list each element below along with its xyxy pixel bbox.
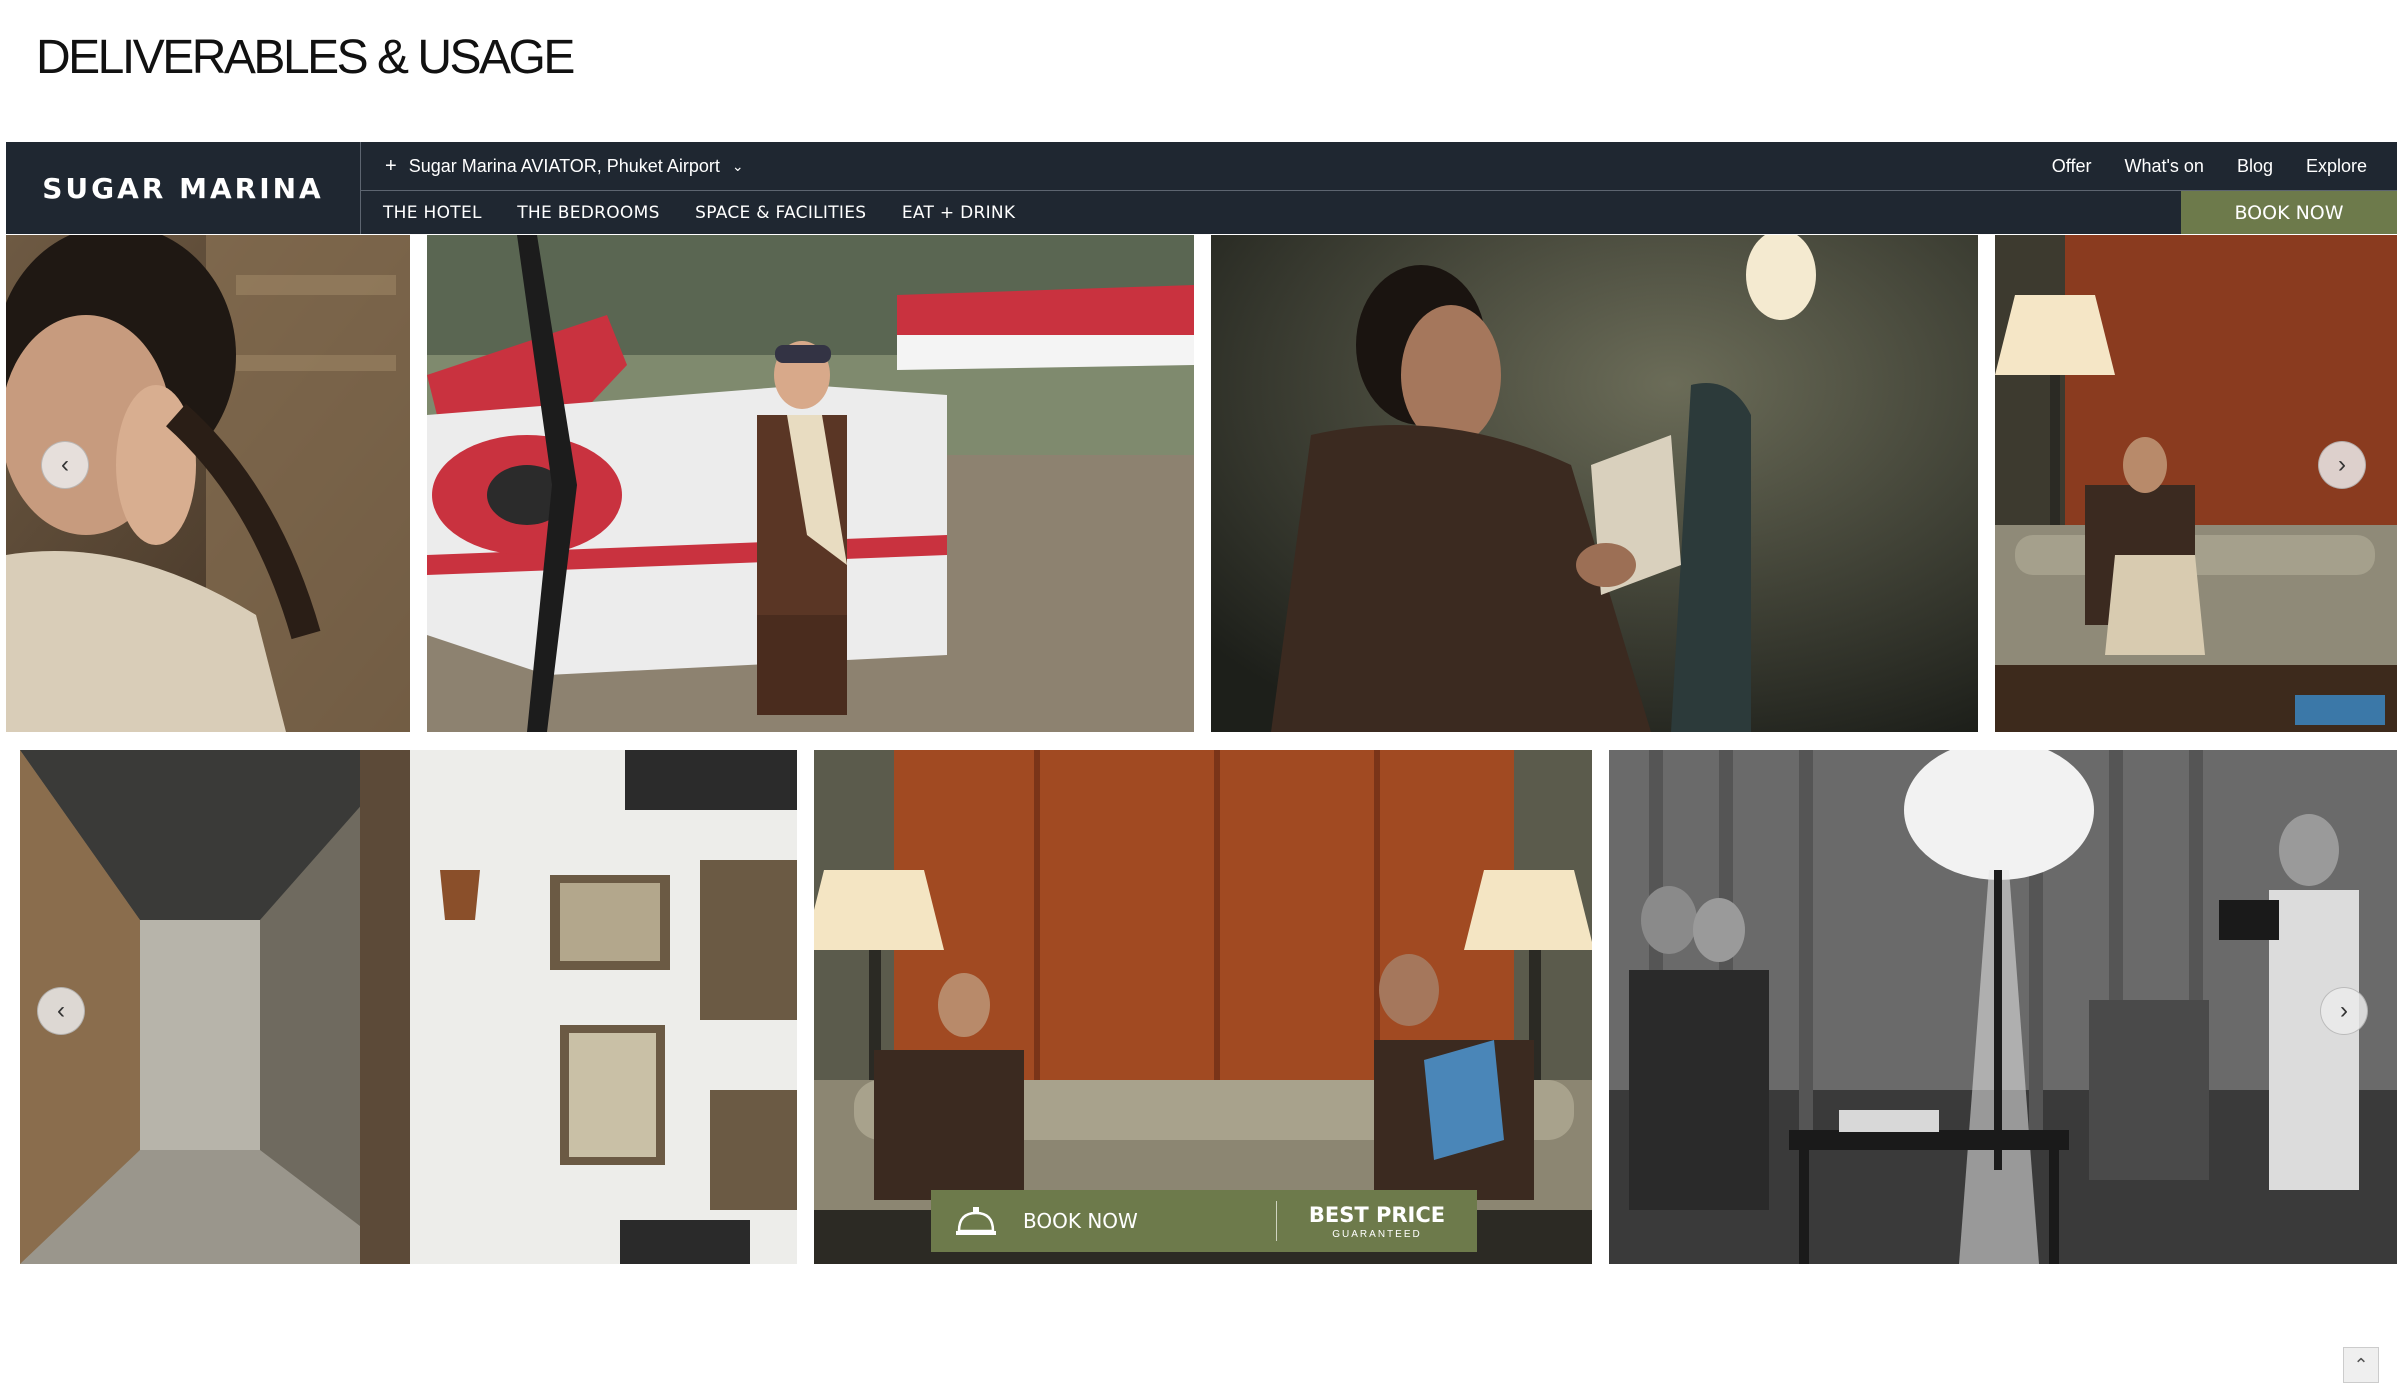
booking-promo-bar: BOOK NOW BEST PRICE GUARANTEED bbox=[931, 1190, 1477, 1252]
photo-man-reading-newspaper bbox=[1211, 235, 1978, 732]
nav-the-hotel[interactable]: THE HOTEL bbox=[383, 203, 482, 223]
book-now-button[interactable]: BOOK NOW bbox=[2181, 191, 2397, 234]
chevron-right-icon: › bbox=[2340, 997, 2348, 1024]
logo-text: SUGAR MARINA bbox=[42, 171, 324, 205]
website-screenshot: SUGAR MARINA + Sugar Marina AVIATOR, Phu… bbox=[6, 142, 2397, 1383]
main-nav: THE HOTEL THE BEDROOMS SPACE & FACILITIE… bbox=[361, 203, 1024, 223]
plus-icon: + bbox=[385, 154, 397, 177]
carousel-next-button-row1[interactable]: › bbox=[2318, 441, 2366, 489]
carousel-prev-button-row2[interactable]: ‹ bbox=[37, 987, 85, 1035]
carousel-next-button-row2[interactable]: › bbox=[2320, 987, 2368, 1035]
chevron-left-icon: ‹ bbox=[57, 997, 65, 1024]
chevron-up-icon: ⌃ bbox=[2353, 1354, 2369, 1375]
chevron-right-icon: › bbox=[2338, 451, 2346, 478]
promo-book-now-button[interactable]: BOOK NOW bbox=[1023, 1209, 1138, 1233]
service-bell-icon bbox=[956, 1207, 996, 1235]
nav-whats-on[interactable]: What's on bbox=[2124, 156, 2203, 177]
nav-explore[interactable]: Explore bbox=[2306, 156, 2367, 177]
logo[interactable]: SUGAR MARINA bbox=[6, 142, 361, 234]
page-title: DELIVERABLES & USAGE bbox=[36, 31, 575, 84]
carousel-prev-button-row1[interactable]: ‹ bbox=[41, 441, 89, 489]
photo-aviator-with-plane bbox=[427, 235, 1194, 732]
guaranteed-label: GUARANTEED bbox=[1332, 1228, 1422, 1240]
photo-behind-the-scenes bbox=[1609, 750, 2397, 1264]
best-price-label: BEST PRICE bbox=[1308, 1202, 1446, 1227]
scroll-to-top-button[interactable]: ⌃ bbox=[2343, 1347, 2379, 1383]
main-nav-row: THE HOTEL THE BEDROOMS SPACE & FACILITIE… bbox=[361, 191, 2397, 234]
utility-nav: Offer What's on Blog Explore bbox=[2019, 156, 2367, 177]
chevron-down-icon: ⌄ bbox=[731, 157, 744, 174]
nav-offer[interactable]: Offer bbox=[2052, 156, 2092, 177]
chevron-left-icon: ‹ bbox=[61, 451, 69, 478]
photo-hotel-corridor bbox=[20, 750, 797, 1264]
nav-space-facilities[interactable]: SPACE & FACILITIES bbox=[695, 203, 866, 223]
best-price-badge: BEST PRICE GUARANTEED bbox=[1277, 1203, 1477, 1240]
photo-couple-on-sofa bbox=[814, 750, 1592, 1264]
hotel-selector-label: Sugar Marina AVIATOR, Phuket Airport bbox=[408, 155, 720, 176]
hotel-selector[interactable]: + Sugar Marina AVIATOR, Phuket Airport ⌄ bbox=[385, 155, 744, 178]
nav-eat-drink[interactable]: EAT + DRINK bbox=[902, 203, 1016, 223]
site-header: SUGAR MARINA + Sugar Marina AVIATOR, Phu… bbox=[6, 142, 2397, 234]
nav-blog[interactable]: Blog bbox=[2237, 156, 2273, 177]
nav-the-bedrooms[interactable]: THE BEDROOMS bbox=[517, 203, 659, 223]
top-row: + Sugar Marina AVIATOR, Phuket Airport ⌄… bbox=[361, 142, 2397, 191]
